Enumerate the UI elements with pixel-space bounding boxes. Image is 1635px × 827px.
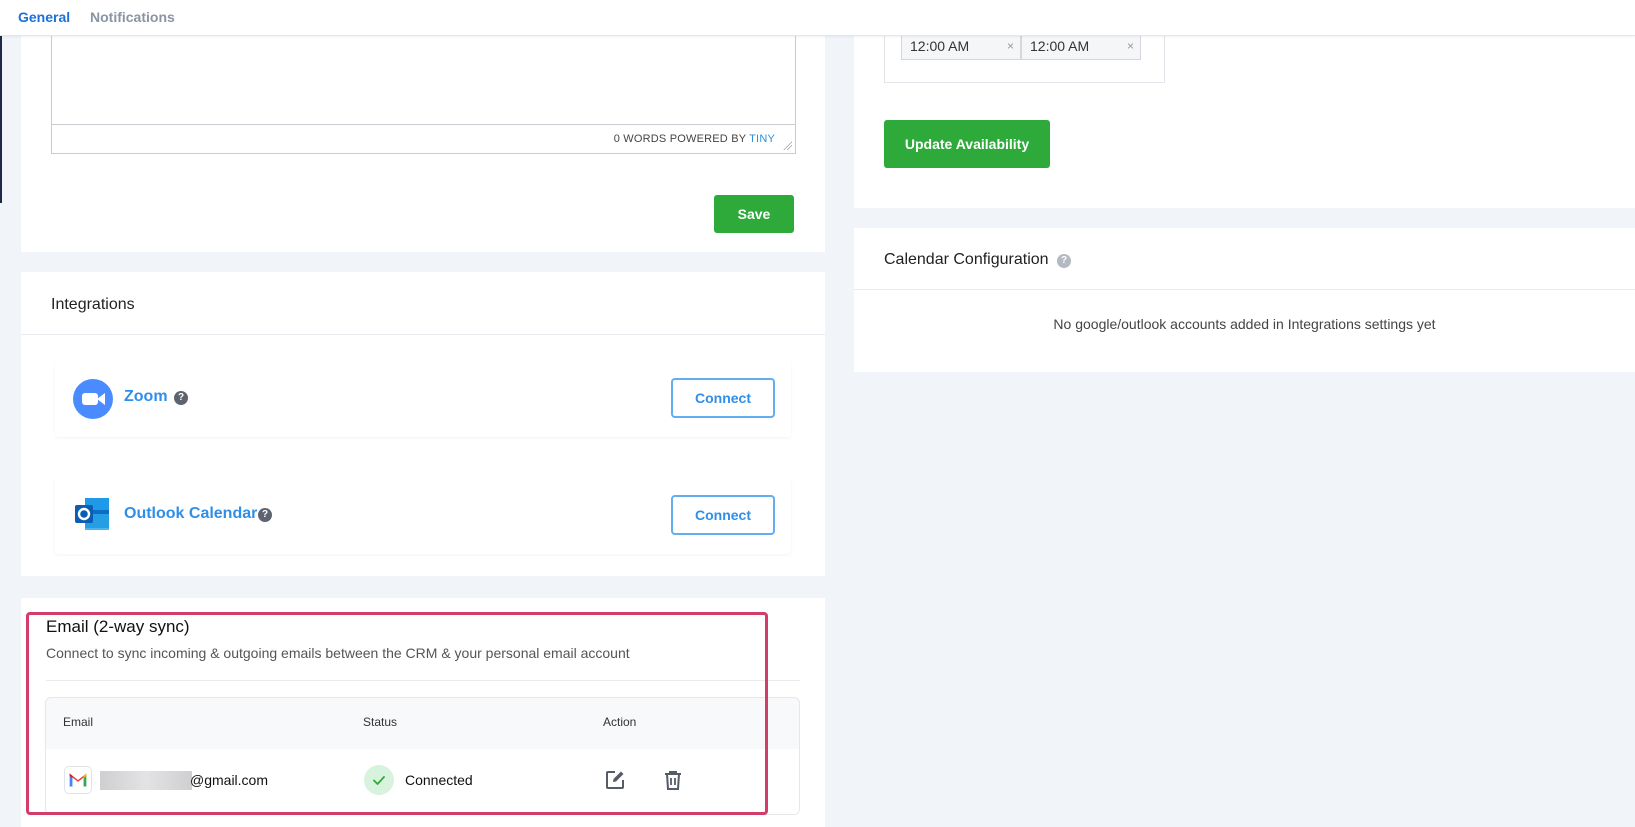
calendar-configuration-card: Calendar Configuration ? No google/outlo… <box>854 228 1635 372</box>
email-sync-subtitle: Connect to sync incoming & outgoing emai… <box>46 645 630 661</box>
resize-grip-icon[interactable] <box>783 141 792 150</box>
settings-tab-bar: General Notifications <box>0 0 1635 36</box>
word-count-text: 0 WORDS POWERED BY <box>613 133 750 145</box>
tiny-brand-link[interactable]: TINY <box>749 133 775 145</box>
signature-editor-card: 0 WORDS POWERED BY TINY Save <box>21 0 825 252</box>
tab-notifications[interactable]: Notifications <box>90 9 175 25</box>
calendar-empty-message: No google/outlook accounts added in Inte… <box>1053 316 1436 332</box>
update-availability-button[interactable]: Update Availability <box>884 120 1050 168</box>
tab-general[interactable]: General <box>18 9 70 25</box>
integration-name-outlook: Outlook Calendar <box>124 505 258 522</box>
outlook-connect-button[interactable]: Connect <box>671 495 775 535</box>
integrations-divider <box>21 334 825 335</box>
integration-name-zoom: Zoom <box>124 388 168 405</box>
highlight-box <box>26 612 768 815</box>
clear-icon[interactable]: × <box>1127 34 1134 59</box>
end-time-field[interactable]: 12:00 AM × <box>1021 33 1141 60</box>
integration-row-zoom: Zoom ? Connect <box>55 359 791 437</box>
save-button[interactable]: Save <box>714 195 794 233</box>
zoom-connect-button[interactable]: Connect <box>671 378 775 418</box>
clear-icon[interactable]: × <box>1007 34 1014 59</box>
integrations-title: Integrations <box>51 296 135 313</box>
calendar-config-divider <box>854 289 1635 290</box>
left-edge-strip <box>0 36 2 203</box>
editor-statusbar: 0 WORDS POWERED BY TINY <box>52 124 795 153</box>
calendar-configuration-title: Calendar Configuration <box>884 251 1049 268</box>
help-icon[interactable]: ? <box>1057 254 1071 268</box>
start-time-value: 12:00 AM <box>910 38 970 54</box>
zoom-logo-icon <box>73 379 113 419</box>
email-sync-title: Email (2-way sync) <box>46 617 190 636</box>
help-icon[interactable]: ? <box>174 391 188 405</box>
help-icon[interactable]: ? <box>258 508 272 522</box>
start-time-field[interactable]: 12:00 AM × <box>901 33 1021 60</box>
integration-row-outlook: Outlook Calendar ? Connect <box>55 476 791 554</box>
end-time-value: 12:00 AM <box>1030 38 1090 54</box>
outlook-logo-icon <box>75 498 109 530</box>
